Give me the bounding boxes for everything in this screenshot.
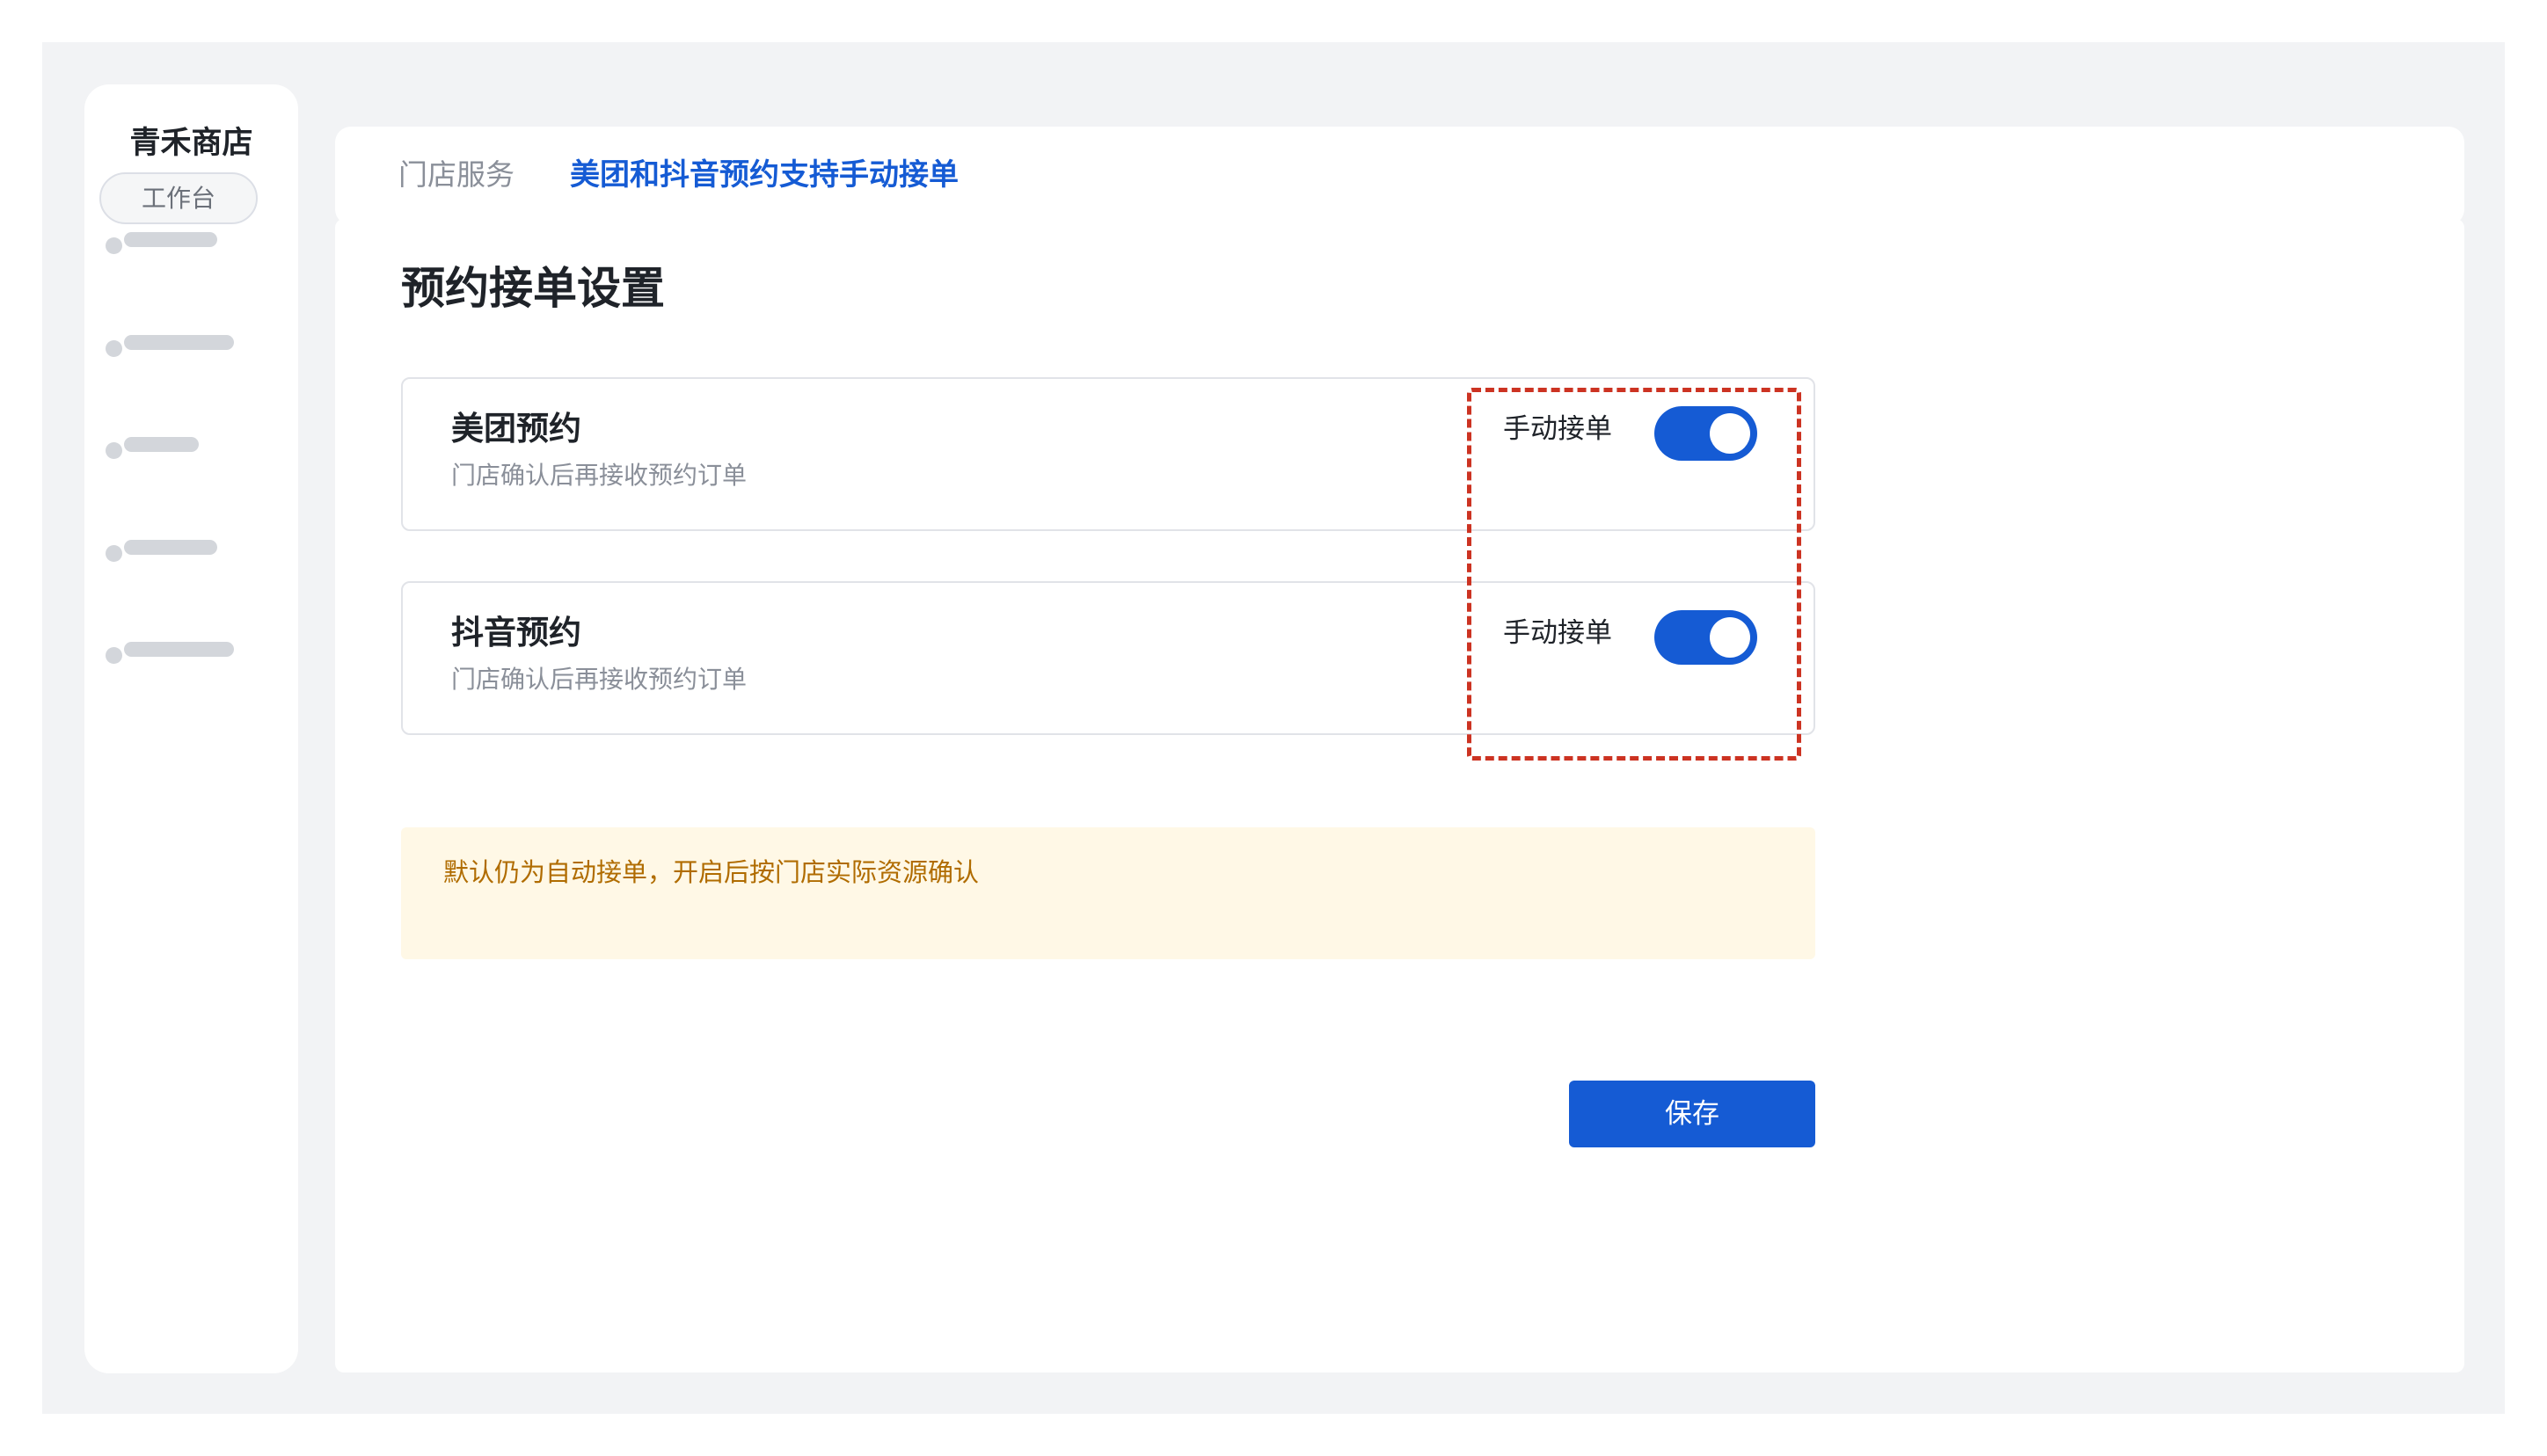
- sidebar-item-1[interactable]: [84, 232, 298, 254]
- meituan-manual-accept-toggle[interactable]: [1654, 406, 1757, 461]
- toggle-knob: [1710, 413, 1750, 454]
- card-title: 抖音预约: [451, 614, 581, 652]
- sidebar-item-dot: [106, 647, 122, 664]
- notice-text: 默认仍为自动接单，开启后按门店实际资源确认: [443, 857, 980, 887]
- notice-banner: 默认仍为自动接单，开启后按门店实际资源确认: [401, 827, 1815, 959]
- breadcrumb: 门店服务 美团和抖音预约支持手动接单: [335, 127, 2464, 225]
- card-description: 门店确认后再接收预约订单: [451, 665, 748, 694]
- meituan-booking-card: 美团预约 门店确认后再接收预约订单 手动接单: [401, 377, 1815, 531]
- toggle-knob: [1710, 617, 1750, 658]
- sidebar-item-placeholder: [124, 540, 217, 555]
- sidebar-item-dot: [106, 237, 122, 254]
- sidebar-item-placeholder: [124, 642, 234, 657]
- manual-accept-label: 手动接单: [1503, 617, 1612, 649]
- breadcrumb-store-service[interactable]: 门店服务: [398, 160, 515, 189]
- sidebar: 青禾商店 工作台: [84, 84, 298, 1373]
- douyin-manual-accept-toggle[interactable]: [1654, 610, 1757, 665]
- sidebar-item-2[interactable]: [84, 335, 298, 357]
- sidebar-item-4[interactable]: [84, 540, 298, 562]
- sidebar-item-placeholder: [124, 437, 199, 452]
- card-description: 门店确认后再接收预约订单: [451, 461, 748, 490]
- sidebar-item-dot: [106, 340, 122, 357]
- sidebar-item-placeholder: [124, 232, 217, 247]
- settings-panel: 预约接单设置 美团预约 门店确认后再接收预约订单 手动接单 抖音预约 门店确认后…: [335, 219, 2464, 1372]
- manual-accept-label: 手动接单: [1503, 413, 1612, 445]
- breadcrumb-current-page: 美团和抖音预约支持手动接单: [570, 157, 959, 193]
- douyin-booking-card: 抖音预约 门店确认后再接收预约订单 手动接单: [401, 581, 1815, 735]
- workbench-button[interactable]: 工作台: [99, 172, 258, 224]
- sidebar-item-dot: [106, 442, 122, 459]
- page-title: 预约接单设置: [401, 263, 665, 314]
- store-logo: 青禾商店: [129, 126, 253, 161]
- sidebar-item-3[interactable]: [84, 437, 298, 459]
- card-title: 美团预约: [451, 410, 581, 448]
- sidebar-item-placeholder: [124, 335, 234, 350]
- sidebar-item-dot: [106, 545, 122, 562]
- app-content: 青禾商店 工作台 门店服务 美团和抖音预约支持手动接单 预约接单设置 美团预约 …: [42, 42, 2505, 1414]
- save-button[interactable]: 保存: [1569, 1081, 1815, 1147]
- sidebar-item-5[interactable]: [84, 642, 298, 664]
